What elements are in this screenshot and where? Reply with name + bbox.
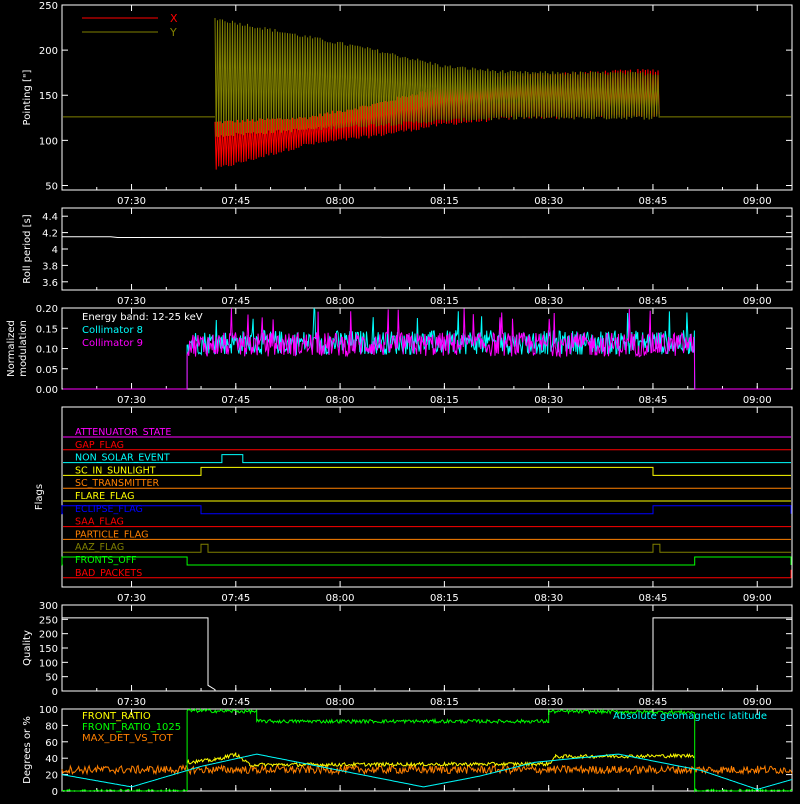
flag-label-particle-flag: PARTICLE_FLAG [75,529,148,540]
x-tick-label: 07:30 [117,697,146,708]
y-tick-label: 4.4 [42,212,58,223]
flag-label-non-solar-event: NON_SOLAR_EVENT [75,453,170,464]
x-tick-label: 08:15 [430,697,459,708]
y-tick-label: 0.20 [36,304,58,315]
x-tick-label: 09:00 [743,697,772,708]
x-tick-label: 08:00 [326,593,355,604]
y-tick-label: 0.05 [36,365,58,376]
x-tick-label: 07:45 [221,697,250,708]
y-tick-label: 20 [45,771,58,782]
flag-label-flare-flag: FLARE_FLAG [75,491,135,502]
x-tick-label: 08:00 [326,395,355,406]
y-tick-label: 40 [45,754,58,765]
x-tick-label: 08:30 [534,593,563,604]
x-tick-label: 08:15 [430,196,459,207]
legend-label-collimator-9: Collimator 9 [82,338,143,349]
x-tick-label: 09:00 [743,296,772,307]
quicklook-plot-window: 07:30 07:45 08:00 08:15 08:30 08:45 09:00 50 100… [0,0,800,800]
x-tick-label: 07:30 [117,395,146,406]
x-tick-label: 07:45 [221,395,250,406]
energy-band-annotation: Energy band: 12-25 keV [82,312,203,323]
y-tick-label: 200 [39,46,58,57]
x-tick-label: 08:30 [534,395,563,406]
flag-label-bad-packets: BAD_PACKETS [75,568,142,579]
y-tick-label: 250 [39,615,58,626]
x-tick-label: 08:45 [639,593,668,604]
x-tick-label: 08:00 [326,296,355,307]
y-tick-label: 0.10 [36,345,58,356]
y-tick-label: 100 [39,658,58,669]
y-tick-label: 0.00 [36,385,58,396]
flag-label-saa-flag: SAA_FLAG [75,517,124,528]
y-axis-label: modulation [18,320,29,377]
y-axis-label: Pointing ["] [22,69,33,125]
y-tick-label: 0.15 [36,324,58,335]
x-tick-label: 09:00 [743,196,772,207]
x-tick-label: 07:45 [221,593,250,604]
y-tick-label: 4 [52,245,58,256]
y-tick-label: 150 [39,644,58,655]
y-tick-label: 0 [52,687,58,698]
y-tick-label: 200 [39,630,58,641]
y-tick-label: 60 [45,738,58,749]
flag-label-sc-transmitter: SC_TRANSMITTER [75,478,160,489]
x-tick-label: 09:00 [743,395,772,406]
y-tick-label: 50 [45,673,58,684]
x-tick-label: 07:30 [117,593,146,604]
x-tick-label: 08:15 [430,296,459,307]
legend-label-collimator-8: Collimator 8 [82,325,143,336]
x-tick-label: 07:30 [117,196,146,207]
y-tick-label: 0 [52,787,58,798]
y-tick-label: 100 [39,136,58,147]
x-tick-label: 08:45 [639,196,668,207]
x-tick-label: 07:45 [221,196,250,207]
x-tick-label: 08:15 [430,395,459,406]
flag-label-sc-in-sunlight: SC_IN_SUNLIGHT [75,465,156,476]
x-tick-label: 07:45 [221,296,250,307]
y-tick-label: 250 [39,1,58,12]
y-axis-label: Quality [22,630,33,666]
y-tick-label: 3.8 [42,261,58,272]
y-axis-label: Flags [34,484,45,510]
flag-label-fronts-off: FRONTS_OFF [75,555,137,566]
flag-label-aaz-flag: AAZ_FLAG [75,542,124,553]
y-tick-label: 80 [45,721,58,732]
legend-label-max-det-vs-tot: MAX_DET_VS_TOT [82,733,174,744]
flag-label-attenuator-state: ATTENUATOR_STATE [75,427,171,438]
x-tick-label: 08:15 [430,593,459,604]
y-tick-label: 3.6 [42,278,58,289]
x-tick-label: 09:00 [743,593,772,604]
y-axis-label: Normalized [6,320,17,377]
x-tick-label: 08:30 [534,196,563,207]
x-tick-label: 08:30 [534,296,563,307]
x-tick-label: 08:45 [639,395,668,406]
flag-label-eclipse-flag: ECLIPSE_FLAG [75,504,143,515]
legend-label-x: X [170,12,178,25]
y-tick-label: 300 [39,601,58,612]
x-tick-label: 08:45 [639,296,668,307]
quicklook-chart: 07:30 07:45 08:00 08:15 08:30 08:45 09:00 50 100… [0,0,800,800]
x-tick-label: 08:45 [639,697,668,708]
y-tick-label: 50 [45,181,58,192]
x-tick-label: 08:00 [326,697,355,708]
legend-label-geomagnetic-latitude: Absolute geomagnetic latitude [613,711,767,722]
legend-label-y: Y [169,26,177,39]
y-axis-label: Degrees or % [22,716,33,784]
y-axis-label: Roll period [s] [22,214,33,283]
y-tick-label: 150 [39,91,58,102]
x-tick-label: 07:30 [117,296,146,307]
y-tick-label: 4.2 [42,229,58,240]
flag-label-gap-flag: GAP_FLAG [75,440,124,451]
x-tick-label: 08:30 [534,697,563,708]
y-tick-label: 100 [39,705,58,716]
legend-label-front-ratio: FRONT_RATIO [82,711,151,722]
x-tick-label: 08:00 [326,196,355,207]
legend-label-front-ratio-1025: FRONT_RATIO_1025 [82,722,181,733]
